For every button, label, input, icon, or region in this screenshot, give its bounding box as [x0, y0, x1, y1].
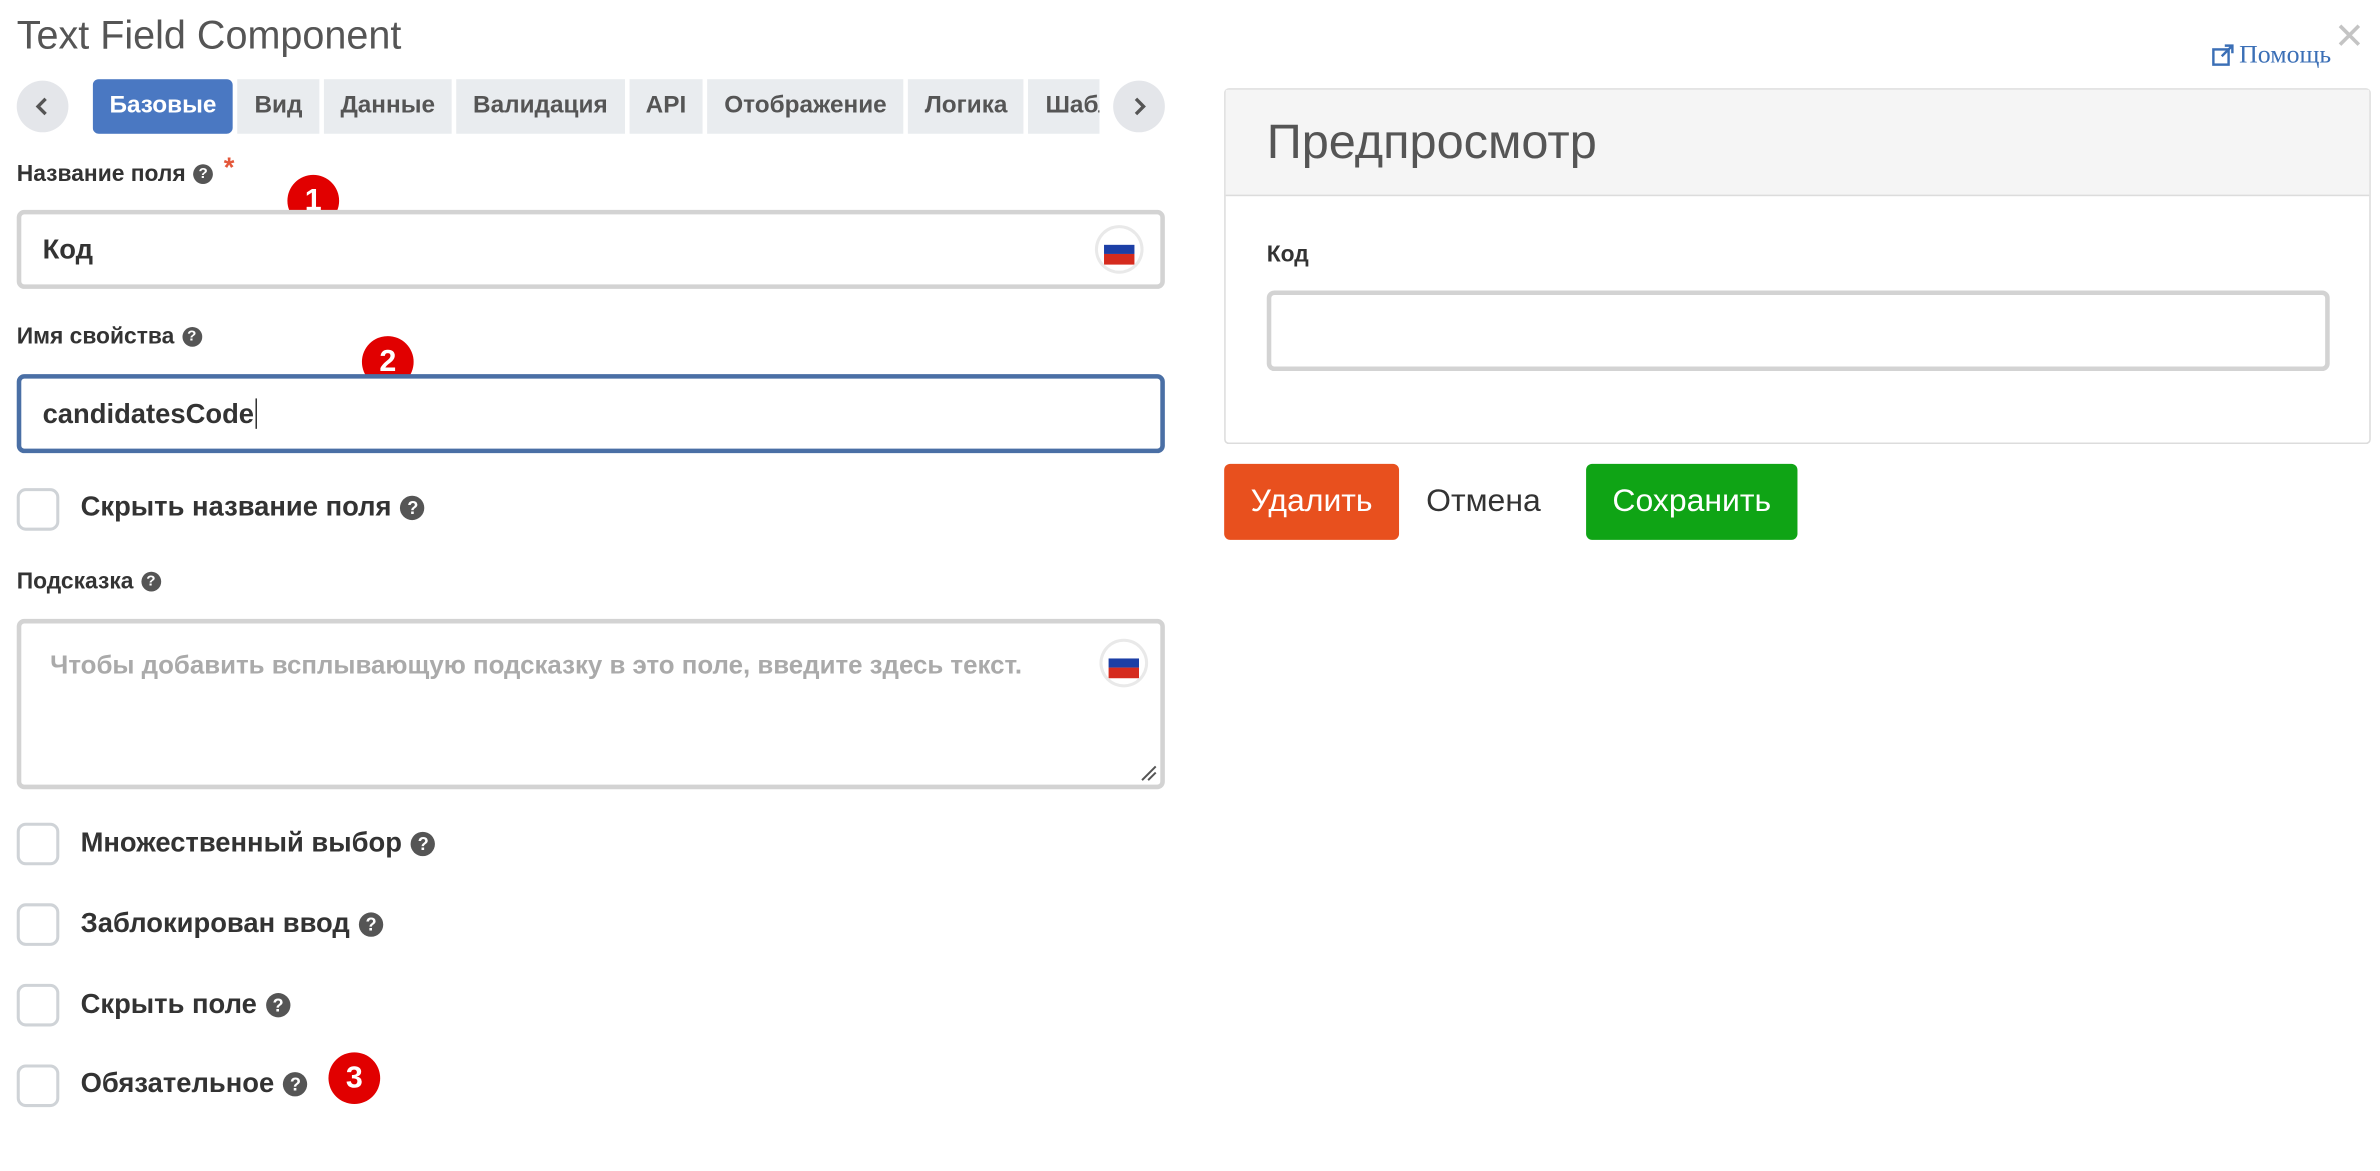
help-icon[interactable]: ? [181, 326, 202, 347]
tab-view[interactable]: Вид [237, 79, 320, 134]
help-link[interactable]: Помощь [2212, 40, 2331, 70]
hidden-checkbox[interactable] [16, 983, 60, 1027]
preview-field-label: Код [1266, 241, 1309, 268]
preview-panel: Предпросмотр Код [1224, 88, 2371, 445]
russia-flag-icon[interactable] [1102, 641, 1146, 685]
required-checkbox[interactable] [16, 1064, 60, 1108]
external-link-icon [2212, 44, 2235, 66]
tab-validation[interactable]: Валидация [456, 79, 625, 134]
tooltip-textarea[interactable]: Чтобы добавить всплывающую подсказку в э… [16, 618, 1165, 790]
help-icon[interactable]: ? [283, 1071, 308, 1096]
help-icon[interactable]: ? [411, 831, 436, 856]
tab-strip: Базовые Вид Данные Валидация API Отображ… [92, 79, 1100, 134]
text-cursor [255, 398, 258, 429]
cancel-button[interactable]: Отмена [1411, 464, 1555, 540]
help-link-label: Помощь [2239, 39, 2332, 69]
preview-field-input[interactable] [1266, 290, 2330, 372]
disabled-label: Заблокирован ввод ? [81, 908, 384, 940]
close-icon[interactable]: ✕ [2334, 15, 2365, 59]
russia-flag-icon[interactable] [1097, 228, 1141, 271]
help-icon[interactable]: ? [265, 992, 291, 1017]
hidden-label: Скрыть поле ? [81, 988, 291, 1020]
tab-template[interactable]: Шаблон [1028, 79, 1100, 134]
tab-bar: Базовые Вид Данные Валидация API Отображ… [16, 79, 1165, 134]
resize-handle-icon[interactable] [1139, 763, 1157, 781]
field-name-input[interactable]: Код [16, 209, 1165, 289]
required-label: Обязательное ? [81, 1068, 308, 1100]
disabled-checkbox[interactable] [16, 903, 60, 946]
help-icon[interactable]: ? [400, 494, 425, 520]
chevron-left-icon [35, 97, 47, 116]
save-button[interactable]: Сохранить [1586, 463, 1798, 540]
tab-api[interactable]: API [628, 79, 703, 134]
tab-basic[interactable]: Базовые [92, 79, 234, 134]
help-icon[interactable]: ? [193, 164, 214, 185]
tab-display[interactable]: Отображение [707, 79, 904, 134]
hide-label-text: Скрыть название поля ? [81, 491, 425, 523]
annotation-badge-3: 3 [328, 1052, 381, 1105]
tab-data[interactable]: Данные [323, 79, 452, 134]
property-name-label: Имя свойства ? [17, 324, 202, 350]
field-name-label: Название поля ? * [16, 152, 235, 188]
preview-title: Предпросмотр [1225, 89, 2370, 197]
tooltip-label: Подсказка ? [17, 569, 161, 595]
multiple-label: Множественный выбор ? [81, 827, 436, 859]
tab-logic[interactable]: Логика [907, 79, 1025, 134]
help-icon[interactable]: ? [358, 911, 384, 936]
dialog-title: Text Field Component [16, 12, 402, 58]
property-name-input[interactable]: candidatesCode [16, 374, 1165, 454]
chevron-right-icon [1134, 97, 1146, 116]
delete-button[interactable]: Удалить [1224, 463, 1400, 540]
hide-label-checkbox[interactable] [16, 488, 60, 531]
tabs-scroll-right-button[interactable] [1113, 80, 1165, 133]
multiple-checkbox[interactable] [16, 822, 60, 866]
tabs-scroll-left-button[interactable] [16, 80, 69, 133]
help-icon[interactable]: ? [141, 571, 161, 592]
tooltip-placeholder: Чтобы добавить всплывающую подсказку в э… [50, 650, 1023, 680]
required-asterisk: * [223, 152, 235, 183]
component-editor-dialog: Text Field Component Помощь ✕ Базовые Ви… [0, 0, 2380, 1171]
